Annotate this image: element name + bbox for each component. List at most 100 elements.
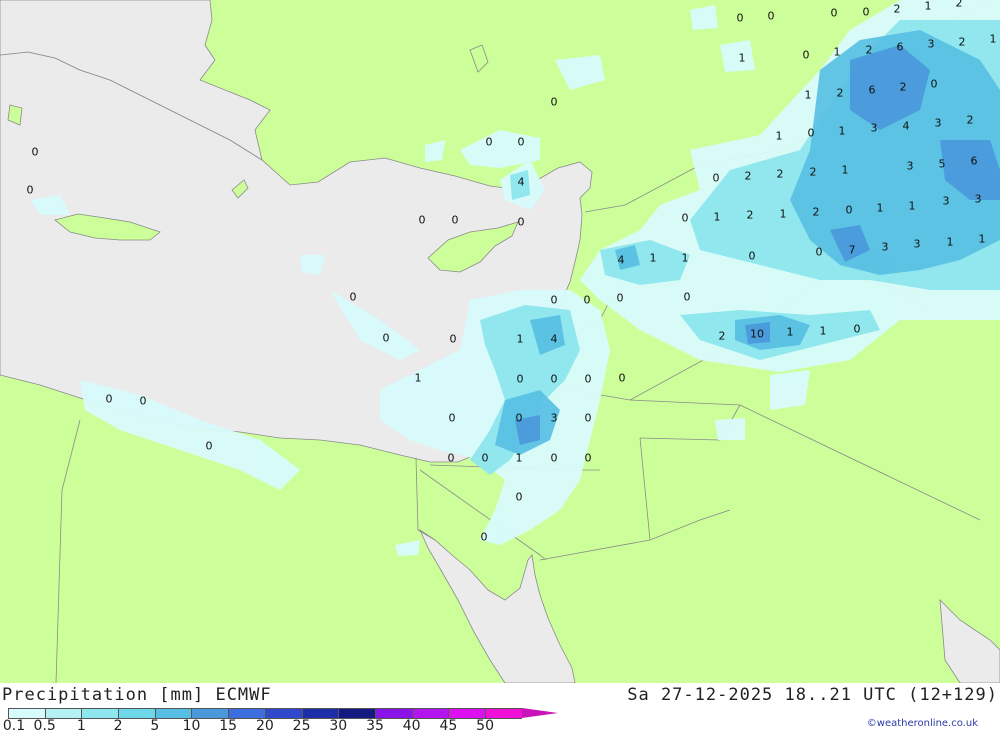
color-scale-tick-label: 30 xyxy=(329,718,348,734)
precip-value-label: 0 xyxy=(930,77,938,91)
precip-value-label: 0 xyxy=(830,6,838,20)
precip-value-label: 0 xyxy=(481,451,489,465)
precip-value-label: 1 xyxy=(989,32,997,46)
color-scale-tick-label: 25 xyxy=(292,718,311,734)
precip-value-label: 0 xyxy=(712,171,720,185)
valid-datetime: Sa 27-12-2025 18..21 UTC (12+129) xyxy=(627,685,998,705)
precip-value-label: 3 xyxy=(881,240,889,254)
precip-value-label: 3 xyxy=(870,121,878,135)
color-scale-tick-label: 10 xyxy=(182,718,201,734)
precip-value-label: 0 xyxy=(517,135,525,149)
precip-value-label: 3 xyxy=(906,159,914,173)
precip-value-label: 1 xyxy=(738,51,746,65)
precip-value-label: 1 xyxy=(515,451,523,465)
precip-value-label: 1 xyxy=(414,371,422,385)
precip-value-label: 2 xyxy=(958,35,966,49)
color-scale-tick-label: 1 xyxy=(76,718,86,734)
precip-value-label: 6 xyxy=(970,154,978,168)
precip-value-label: 0 xyxy=(31,145,39,159)
precip-value-label: 1 xyxy=(946,235,954,249)
credit-link[interactable]: ©weatheronline.co.uk xyxy=(867,718,978,729)
precipitation-map: 0000212101263210126200001013432563040222… xyxy=(0,0,1000,683)
precip-value-label: 0 xyxy=(449,332,457,346)
map-canvas xyxy=(0,0,1000,683)
precip-value-label: 0 xyxy=(205,439,213,453)
precip-value-label: 0 xyxy=(516,372,524,386)
precip-value-label: 1 xyxy=(775,129,783,143)
precip-value-label: 0 xyxy=(418,213,426,227)
precip-value-label: 4 xyxy=(617,253,625,267)
precip-value-label: 1 xyxy=(908,199,916,213)
precip-value-label: 3 xyxy=(934,116,942,130)
precip-value-label: 0 xyxy=(748,249,756,263)
color-scale-tick-label: 15 xyxy=(219,718,238,734)
precip-value-label: 0 xyxy=(845,203,853,217)
precip-value-label: 0 xyxy=(584,411,592,425)
color-scale-swatch xyxy=(118,708,155,719)
precip-value-label: 5 xyxy=(938,157,946,171)
precip-value-label: 0 xyxy=(815,245,823,259)
color-scale-arrow xyxy=(521,707,558,718)
precip-value-label: 0 xyxy=(802,48,810,62)
precip-value-label: 1 xyxy=(804,88,812,102)
precip-value-label: 4 xyxy=(517,175,525,189)
precip-value-label: 0 xyxy=(584,372,592,386)
precip-value-label: 7 xyxy=(848,243,856,257)
precip-value-label: 2 xyxy=(718,329,726,343)
precip-value-label: 6 xyxy=(868,83,876,97)
precip-value-label: 6 xyxy=(896,40,904,54)
precip-value-label: 0 xyxy=(681,211,689,225)
precip-value-label: 0 xyxy=(515,490,523,504)
precip-value-label: 0 xyxy=(517,215,525,229)
precip-value-label: 3 xyxy=(927,37,935,51)
color-scale-tick-label: 0.5 xyxy=(33,718,56,734)
precip-value-label: 2 xyxy=(955,0,963,10)
precip-value-label: 1 xyxy=(838,124,846,138)
precip-value-label: 0 xyxy=(451,213,459,227)
precip-value-label: 1 xyxy=(833,45,841,59)
precip-value-label: 2 xyxy=(865,43,873,57)
precip-value-label: 0 xyxy=(480,530,488,544)
precip-value-label: 0 xyxy=(447,451,455,465)
color-scale-tick-label: 5 xyxy=(150,718,160,734)
precip-value-label: 0 xyxy=(26,183,34,197)
precip-value-label: 0 xyxy=(448,411,456,425)
precip-value-label: 0 xyxy=(683,290,691,304)
precip-value-label: 2 xyxy=(893,2,901,16)
precip-value-label: 1 xyxy=(841,163,849,177)
color-scale-tick-label: 35 xyxy=(366,718,384,734)
precip-value-label: 3 xyxy=(974,192,982,206)
map-title: Precipitation [mm] ECMWF xyxy=(2,685,272,705)
precip-value-label: 1 xyxy=(681,251,689,265)
precip-value-label: 4 xyxy=(902,119,910,133)
precip-value-label: 0 xyxy=(584,451,592,465)
precip-value-label: 1 xyxy=(649,251,657,265)
precip-value-label: 0 xyxy=(105,392,113,406)
precip-value-label: 0 xyxy=(862,5,870,19)
precip-value-label: 10 xyxy=(750,327,764,341)
precip-value-label: 0 xyxy=(550,293,558,307)
precip-value-label: 0 xyxy=(382,331,390,345)
precip-value-label: 1 xyxy=(876,201,884,215)
precip-value-label: 0 xyxy=(618,371,626,385)
precip-value-label: 0 xyxy=(736,11,744,25)
precip-value-label: 0 xyxy=(807,126,815,140)
precip-value-label: 0 xyxy=(349,290,357,304)
precip-value-label: 0 xyxy=(583,293,591,307)
color-scale-tick-label: 40 xyxy=(402,718,421,734)
precip-value-label: 0 xyxy=(767,9,775,23)
sea-red xyxy=(419,528,576,683)
precip-value-label: 1 xyxy=(924,0,932,13)
precip-value-label: 2 xyxy=(966,113,974,127)
precip-value-label: 0 xyxy=(550,451,558,465)
legend-footer: Precipitation [mm] ECMWF Sa 27-12-2025 1… xyxy=(0,683,1000,733)
precip-value-label: 2 xyxy=(812,205,820,219)
precip-value-label: 0 xyxy=(485,135,493,149)
color-scale xyxy=(8,707,558,719)
precip-value-label: 2 xyxy=(744,169,752,183)
precip-value-label: 2 xyxy=(746,208,754,222)
color-scale-tick-label: 0.1 xyxy=(2,718,26,734)
precip-value-label: 1 xyxy=(779,207,787,221)
color-scale-tick-label: 20 xyxy=(255,718,274,734)
precip-value-label: 3 xyxy=(942,194,950,208)
